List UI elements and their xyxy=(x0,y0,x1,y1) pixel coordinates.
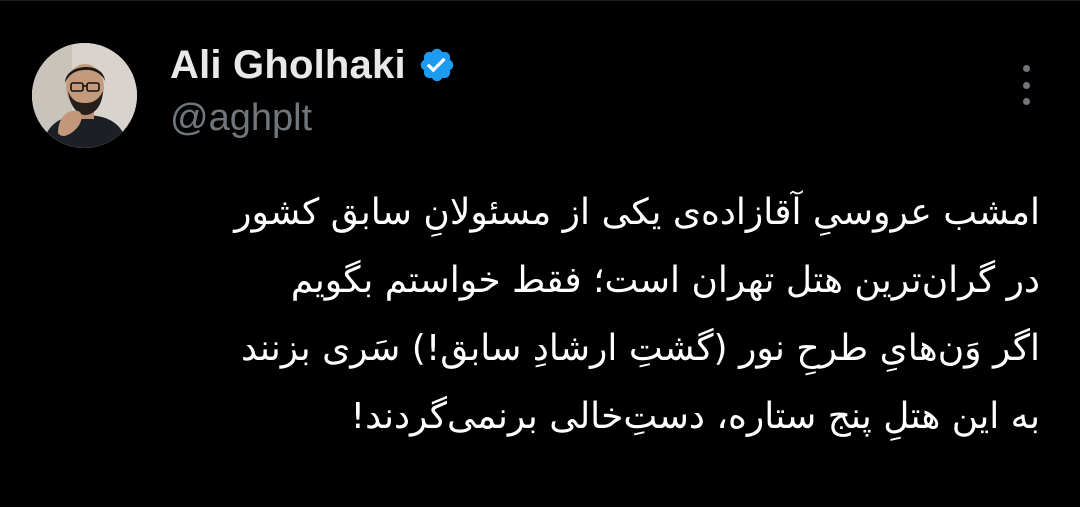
tweet-line: امشب عروسیِ آقازاده‌ی یکی از مسئولانِ سا… xyxy=(234,192,1040,233)
verified-badge-icon xyxy=(418,46,456,84)
display-name[interactable]: Ali Gholhaki xyxy=(170,43,406,88)
avatar[interactable] xyxy=(32,43,137,148)
more-dot xyxy=(1022,98,1030,105)
more-options-icon[interactable] xyxy=(1016,65,1036,105)
user-handle[interactable]: @aghplt xyxy=(170,97,456,140)
tweet-card: Ali Gholhaki @aghplt امشب عروسیِ آقازاده… xyxy=(0,0,1080,507)
tweet-text: امشب عروسیِ آقازاده‌ی یکی از مسئولانِ سا… xyxy=(30,179,1040,451)
user-info: Ali Gholhaki @aghplt xyxy=(170,41,456,140)
more-dot xyxy=(1022,81,1030,89)
avatar-photo xyxy=(32,43,137,148)
name-row: Ali Gholhaki xyxy=(170,41,456,89)
tweet-line: به این هتلِ پنج ستاره، دستِ‌خالی برنمی‌گ… xyxy=(350,396,1040,437)
tweet-line: در گران‌ترین هتل تهران است؛ فقط خواستم ب… xyxy=(290,260,1040,301)
more-dot xyxy=(1022,65,1030,72)
tweet-line: اگر وَن‌هایِ طرحِ نور (گشتِ ارشادِ سابق!… xyxy=(241,328,1040,369)
